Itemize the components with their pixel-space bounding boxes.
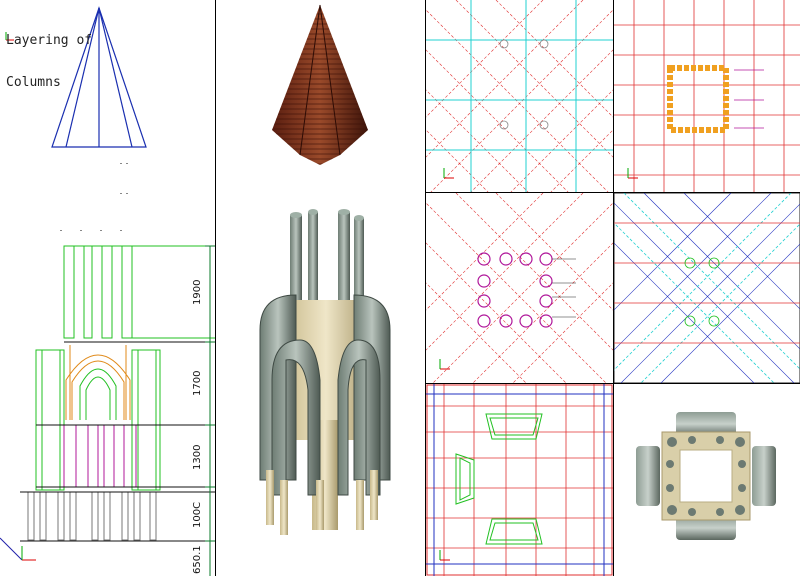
title-line-1: Layering of (6, 33, 93, 48)
axis-icon (443, 168, 454, 179)
cross-plan-render (636, 412, 776, 540)
plan-view-5 (426, 384, 614, 576)
axis-icon (627, 168, 638, 179)
dimension-line (205, 245, 215, 576)
elevation-panel: Layering of Columns 1900 1700 1300 100C … (0, 0, 216, 576)
plan-view-4 (614, 193, 800, 384)
plan-view-render-svg (636, 412, 776, 540)
plan-view-1-svg (426, 0, 613, 192)
render-svg (259, 4, 391, 535)
dim-650: 650.1 (192, 545, 203, 574)
dim-100c: 100C (192, 502, 203, 528)
plan-view-render (614, 384, 800, 576)
title-line-2: Columns (6, 75, 61, 90)
lower-middle-columns (36, 424, 215, 488)
render-panel (216, 0, 426, 576)
plan-view-5-svg (426, 384, 613, 576)
base-columns (20, 491, 215, 542)
plan-view-2 (614, 0, 800, 193)
dim-1900: 1900 (192, 280, 203, 305)
plan-view-3-svg (426, 193, 613, 383)
axis-icon (439, 550, 450, 561)
column-assembly-render (259, 209, 391, 535)
plan-view-3 (426, 193, 614, 384)
annotation-dots (60, 163, 128, 231)
dim-1300: 1300 (192, 445, 203, 470)
spire-render (272, 4, 368, 165)
drawing-title: Layering of Columns (6, 6, 92, 118)
dim-1700: 1700 (192, 371, 203, 396)
plan-view-1 (426, 0, 614, 193)
plan-view-4-svg (614, 193, 800, 383)
plan-view-2-svg (614, 0, 800, 192)
arch-layer (35, 341, 215, 491)
